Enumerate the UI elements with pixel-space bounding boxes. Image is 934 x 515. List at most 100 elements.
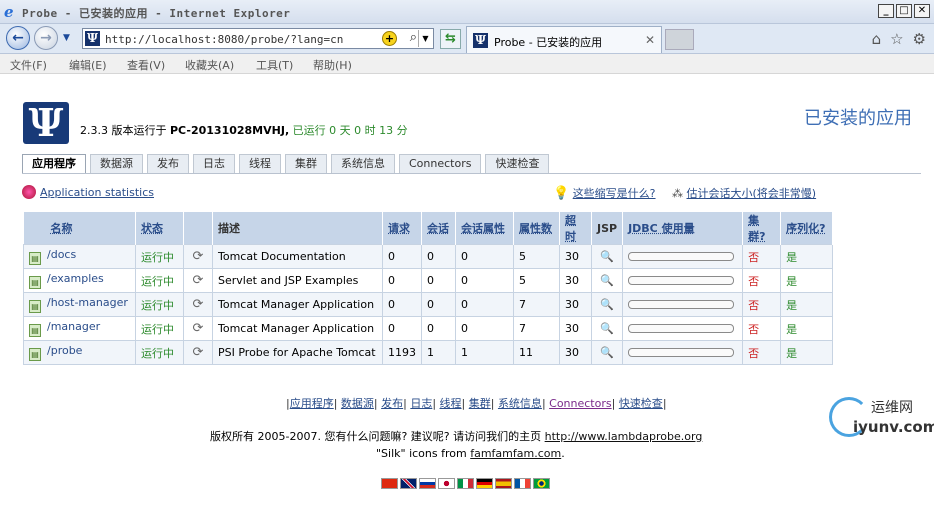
col-status[interactable]: 状态 xyxy=(135,212,184,245)
menu-file[interactable]: 文件(F) xyxy=(10,57,47,73)
flag-br-icon[interactable] xyxy=(533,478,550,489)
tab-deploy[interactable]: 发布 xyxy=(147,154,189,173)
tab-quickcheck[interactable]: 快速检查 xyxy=(485,154,550,173)
flag-ru-icon[interactable] xyxy=(419,478,436,489)
col-cluster[interactable]: 集群? xyxy=(742,212,782,245)
refresh-button[interactable]: ⇆ xyxy=(440,29,461,49)
footer-link-connectors[interactable]: Connectors xyxy=(549,397,611,410)
reload-icon[interactable]: ⟳ xyxy=(193,249,204,264)
col-serializable[interactable]: 序列化? xyxy=(780,212,833,245)
app-name-cell[interactable]: ▤ /host-manager xyxy=(23,292,136,317)
abbr-help-link[interactable]: 💡 这些缩写是什么? xyxy=(553,185,656,201)
browser-navbar: ← → ▼ Ψ http://localhost:8080/probe/?lan… xyxy=(0,24,934,54)
app-name-link[interactable]: /manager xyxy=(47,320,100,333)
footer-link-datasources[interactable]: 数据源 xyxy=(341,397,374,410)
app-name-link[interactable]: /examples xyxy=(47,272,104,285)
back-button[interactable]: ← xyxy=(6,26,30,50)
reload-icon[interactable]: ⟳ xyxy=(193,345,204,360)
reload-icon[interactable]: ⟳ xyxy=(193,321,204,336)
col-attrs[interactable]: 属性数 xyxy=(513,212,560,245)
menu-edit[interactable]: 编辑(E) xyxy=(69,57,107,73)
menu-favorites[interactable]: 收藏夹(A) xyxy=(185,57,234,73)
homepage-link[interactable]: http://www.lambdaprobe.org xyxy=(545,430,703,443)
footer-link-quickcheck[interactable]: 快速检查 xyxy=(619,397,663,410)
favorites-star-icon[interactable]: ☆ xyxy=(890,30,903,48)
close-window-button[interactable]: ✕ xyxy=(914,4,930,18)
tab-sysinfo[interactable]: 系统信息 xyxy=(331,154,395,173)
tab-datasources[interactable]: 数据源 xyxy=(90,154,143,173)
footer-link-applications[interactable]: 应用程序 xyxy=(290,397,334,410)
app-status: 运行中 xyxy=(135,292,184,317)
app-sessions: 0 xyxy=(421,292,456,317)
menu-view[interactable]: 查看(V) xyxy=(127,57,165,73)
footer-link-sysinfo[interactable]: 系统信息 xyxy=(498,397,542,410)
flag-es-icon[interactable] xyxy=(495,478,512,489)
url-text[interactable]: http://localhost:8080/probe/?lang=cn xyxy=(105,33,343,46)
app-status: 运行中 xyxy=(135,268,184,293)
flag-uk-icon[interactable] xyxy=(400,478,417,489)
forward-button[interactable]: → xyxy=(34,26,58,50)
reload-icon[interactable]: ⟳ xyxy=(193,273,204,288)
col-session-attrs[interactable]: 会话属性 xyxy=(455,212,514,245)
minimize-button[interactable]: _ xyxy=(878,4,894,18)
tab-threads[interactable]: 线程 xyxy=(239,154,281,173)
flag-cn-icon[interactable] xyxy=(381,478,398,489)
col-jsp: JSP xyxy=(591,212,624,245)
close-tab-icon[interactable]: ✕ xyxy=(645,33,655,47)
app-name-cell[interactable]: ▤ /examples xyxy=(23,268,136,293)
version-prefix: 2.3.3 版本运行于 xyxy=(80,124,167,137)
app-name-cell[interactable]: ▤ /manager xyxy=(23,316,136,341)
col-sessions[interactable]: 会话 xyxy=(421,212,456,245)
address-bar[interactable]: Ψ http://localhost:8080/probe/?lang=cn +… xyxy=(82,28,434,49)
flag-fr-icon[interactable] xyxy=(514,478,531,489)
app-name-cell[interactable]: ▤ /docs xyxy=(23,244,136,269)
footer-link-threads[interactable]: 线程 xyxy=(440,397,462,410)
jsp-magnifier-icon[interactable]: 🔍 xyxy=(600,322,614,335)
jsp-magnifier-icon[interactable]: 🔍 xyxy=(600,346,614,359)
flag-de-icon[interactable] xyxy=(476,478,493,489)
col-timeout[interactable]: 超时 xyxy=(559,212,592,245)
tab-cluster[interactable]: 集群 xyxy=(285,154,327,173)
jsp-magnifier-icon[interactable]: 🔍 xyxy=(600,250,614,263)
tab-logs[interactable]: 日志 xyxy=(193,154,235,173)
address-dropdown-icon[interactable]: ▼ xyxy=(418,30,432,47)
jsp-magnifier-icon[interactable]: 🔍 xyxy=(600,274,614,287)
menu-help[interactable]: 帮助(H) xyxy=(313,57,352,73)
reload-icon[interactable]: ⟳ xyxy=(193,297,204,312)
app-stats-link[interactable]: Application statistics xyxy=(22,185,154,199)
app-name-cell[interactable]: ▤ /probe xyxy=(23,340,136,365)
col-jdbc[interactable]: JDBC 使用量 xyxy=(622,212,744,245)
window-title: Probe - 已安装的应用 - Internet Explorer xyxy=(22,7,291,20)
settings-gear-icon[interactable]: ⚙ xyxy=(913,30,926,48)
estimate-size-link[interactable]: ⁂ 估计会话大小(将会非常慢) xyxy=(672,185,816,201)
footer-link-deploy[interactable]: 发布 xyxy=(381,397,403,410)
flag-it-icon[interactable] xyxy=(457,478,474,489)
home-icon[interactable]: ⌂ xyxy=(872,30,882,48)
watermark: 运维网 iyunv.com xyxy=(823,393,934,441)
col-requests[interactable]: 请求 xyxy=(382,212,422,245)
footer-nav: |应用程序| 数据源| 发布| 日志| 线程| 集群| 系统信息| Connec… xyxy=(286,397,667,410)
famfamfam-link[interactable]: famfamfam.com xyxy=(470,447,561,460)
uptime: 已运行 0 天 0 时 13 分 xyxy=(292,124,408,137)
flag-jp-icon[interactable] xyxy=(438,478,455,489)
jsp-magnifier-icon[interactable]: 🔍 xyxy=(600,298,614,311)
tab-connectors[interactable]: Connectors xyxy=(399,154,482,173)
compat-view-icon[interactable]: + xyxy=(382,31,397,46)
col-name[interactable]: 名称 xyxy=(23,212,136,245)
language-flags xyxy=(381,478,550,489)
footer-link-logs[interactable]: 日志 xyxy=(410,397,432,410)
app-name-link[interactable]: /host-manager xyxy=(47,296,128,309)
new-tab-button[interactable] xyxy=(665,29,694,50)
history-dropdown-icon[interactable]: ▼ xyxy=(63,33,70,43)
app-name-link[interactable]: /docs xyxy=(47,248,76,261)
browser-tab[interactable]: Ψ Probe - 已安装的应用 ✕ xyxy=(466,26,662,53)
tab-applications[interactable]: 应用程序 xyxy=(22,154,86,173)
app-name-link[interactable]: /probe xyxy=(47,344,82,357)
maximize-button[interactable]: □ xyxy=(896,4,912,18)
footer-link-cluster[interactable]: 集群 xyxy=(469,397,491,410)
search-icon[interactable]: ⌕ xyxy=(410,30,417,45)
menu-tools[interactable]: 工具(T) xyxy=(256,57,293,73)
app-sessions: 0 xyxy=(421,316,456,341)
menu-bar: 文件(F) 编辑(E) 查看(V) 收藏夹(A) 工具(T) 帮助(H) xyxy=(0,54,934,74)
app-timeout: 30 xyxy=(559,292,592,317)
